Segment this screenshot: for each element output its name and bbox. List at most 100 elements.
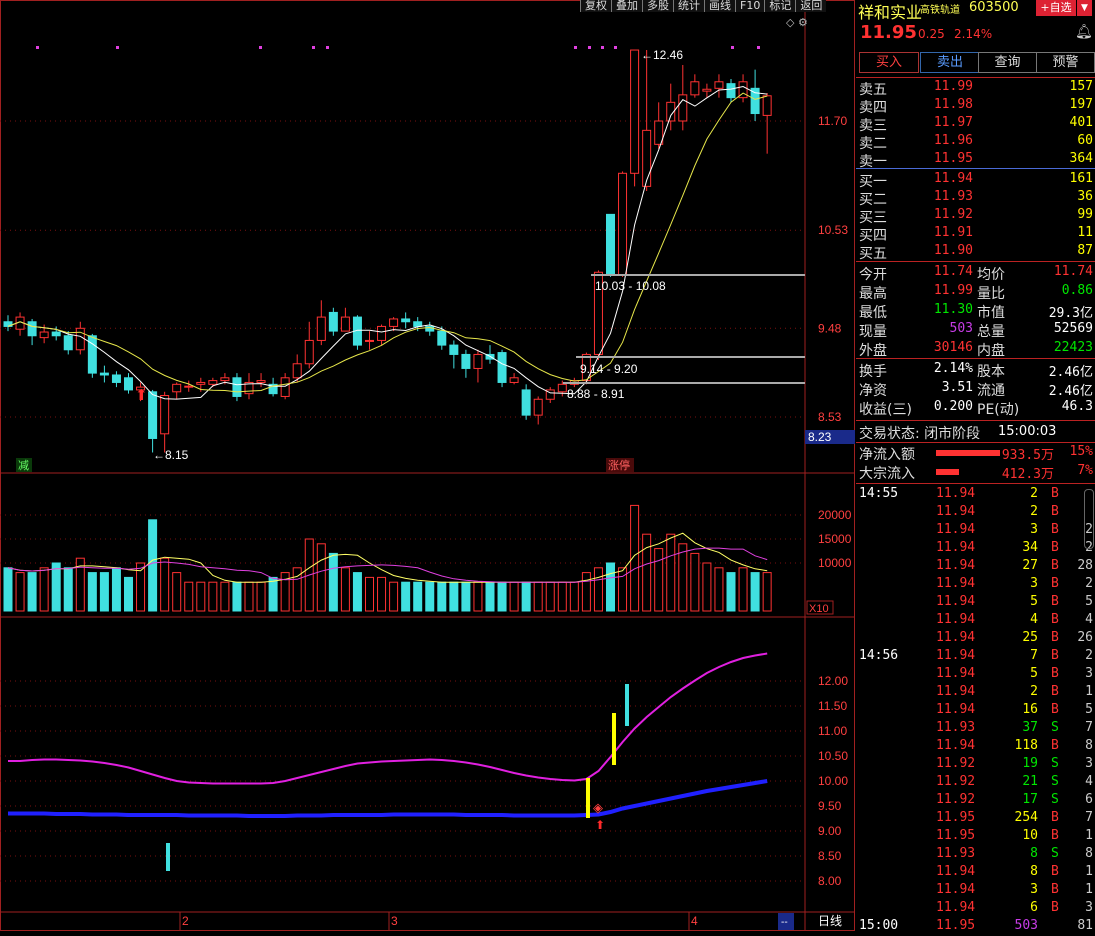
low-annotation: ←8.15 <box>153 448 189 462</box>
stat2-label: 净资 <box>859 383 887 399</box>
volume-bar <box>750 572 760 612</box>
tick-row: 15:00 11.95 503 81 <box>856 918 1095 936</box>
toolbar-button-2[interactable]: 多股 <box>642 0 673 12</box>
tick-count: 8 <box>1085 738 1093 753</box>
tick-side: B <box>1051 612 1059 627</box>
volume-bar <box>244 581 254 612</box>
tick-count: 1 <box>1085 864 1093 879</box>
volume-bar <box>593 567 603 612</box>
tick-volume: 2 <box>1030 504 1038 519</box>
tick-volume: 5 <box>1030 666 1038 681</box>
stat-value: 11.99 <box>933 283 973 298</box>
volume-tick-label: 15000 <box>818 532 852 546</box>
toolbar-button-3[interactable]: 统计 <box>673 0 704 12</box>
tick-count: 3 <box>1085 756 1093 771</box>
toolbar-button-0[interactable]: 复权 <box>580 0 611 12</box>
sell-button[interactable]: 卖出 <box>920 52 980 73</box>
candle-body <box>39 331 49 339</box>
book-volume: 161 <box>1069 171 1093 186</box>
tick-row: 11.94 5 B 5 <box>856 594 1095 612</box>
tick-price: 11.95 <box>936 828 976 843</box>
candle-body <box>606 213 615 276</box>
book-price: 11.94 <box>933 171 973 186</box>
tick-count: 5 <box>1085 594 1093 609</box>
tick-price: 11.92 <box>936 792 976 807</box>
candle-body <box>762 95 772 116</box>
support-zone-label: 8.88 - 8.91 <box>567 387 625 401</box>
tick-row: 11.94 25 B 26 <box>856 630 1095 648</box>
stat2-value: 0.200 <box>933 399 973 414</box>
flow-value: 412.3万 <box>1001 467 1054 482</box>
volume-bar <box>15 572 25 612</box>
indicator-signal-bar <box>625 684 629 726</box>
tick-volume: 37 <box>1022 720 1038 735</box>
tick-count: 4 <box>1085 774 1093 789</box>
tick-side: B <box>1051 864 1059 879</box>
tick-row: 11.94 3 B 2 <box>856 576 1095 594</box>
volume-ma10-line <box>7 547 768 583</box>
ask-row: 卖一 11.95 364 <box>856 151 1095 170</box>
tick-volume: 8 <box>1030 846 1038 861</box>
tick-row: 11.94 8 B 1 <box>856 864 1095 882</box>
candle-body <box>365 339 374 342</box>
volume-bar <box>99 572 109 612</box>
stat2-label: 流通 <box>977 383 1005 399</box>
buy-button[interactable]: 买入 <box>859 52 919 73</box>
tick-scrollbar[interactable] <box>1084 489 1094 549</box>
stat-row: 现量 503 总量 52569 <box>856 321 1095 340</box>
toolbar-button-7[interactable]: 返回 <box>795 0 827 12</box>
volume-bar <box>714 567 724 612</box>
indicator-tick-label: 10.50 <box>818 749 848 763</box>
stat2-value: 2.46亿 <box>1048 365 1093 380</box>
tick-volume: 3 <box>1030 522 1038 537</box>
toolbar-button-5[interactable]: F10 <box>735 0 765 12</box>
tick-side: B <box>1051 540 1059 555</box>
watchlist-dropdown-icon[interactable]: ▼ <box>1077 0 1092 16</box>
toolbar-button-1[interactable]: 叠加 <box>611 0 642 12</box>
alert-button[interactable]: 预警 <box>1036 52 1095 73</box>
indicator-tick-label: 8.00 <box>818 874 842 888</box>
stat2-row: 换手 2.14% 股本 2.46亿 <box>856 361 1095 380</box>
tick-volume: 3 <box>1030 882 1038 897</box>
toolbar-button-6[interactable]: 标记 <box>764 0 796 12</box>
tick-count: 5 <box>1085 702 1093 717</box>
tick-side: B <box>1051 576 1059 591</box>
tick-row: 14:55 11.94 2 B <box>856 486 1095 504</box>
book-label: 卖三 <box>859 118 887 134</box>
tick-price: 11.94 <box>936 900 976 915</box>
candle-body <box>304 339 314 365</box>
tick-count: 8 <box>1085 846 1093 861</box>
candle-body <box>690 81 700 96</box>
indicator-signal-bar <box>586 778 590 818</box>
price-tick-label: 10.53 <box>818 223 848 237</box>
volume-bar <box>196 581 206 612</box>
volume-bar <box>509 581 519 612</box>
volume-bar <box>557 581 567 612</box>
tick-volume: 2 <box>1030 684 1038 699</box>
tick-count: 7 <box>1085 810 1093 825</box>
volume-bar <box>365 576 374 612</box>
tick-volume: 7 <box>1030 648 1038 663</box>
volume-bar <box>497 581 507 612</box>
candle-body <box>389 318 399 327</box>
toolbar-button-4[interactable]: 画线 <box>704 0 735 12</box>
price-tick-label: 8.53 <box>818 410 842 424</box>
flow-label: 大宗流入 <box>859 466 915 482</box>
query-button[interactable]: 查询 <box>978 52 1037 73</box>
candle-body <box>27 321 37 337</box>
book-label: 买一 <box>859 174 887 190</box>
settings-icons[interactable]: ◇ ⚙ <box>786 16 808 29</box>
tick-side: B <box>1051 684 1059 699</box>
indicator-signal-bar <box>166 843 170 871</box>
trade-status: 交易状态: 闭市阶段 <box>859 426 981 442</box>
add-watchlist-button[interactable]: +自选 <box>1036 0 1076 16</box>
kline-chart[interactable]: 11.70 10.53 9.48 8.53 8.23 ←12.46 ←8.15 10.03 -… <box>0 0 855 931</box>
tick-row: 11.94 2 B <box>856 504 1095 522</box>
tick-volume: 27 <box>1022 558 1038 573</box>
tick-volume: 4 <box>1030 612 1038 627</box>
tick-price: 11.92 <box>936 774 976 789</box>
bell-icon[interactable]: 🔔︎ <box>1075 24 1093 40</box>
volume-bar <box>581 572 591 612</box>
tick-volume: 10 <box>1022 828 1038 843</box>
tick-side: B <box>1051 504 1059 519</box>
